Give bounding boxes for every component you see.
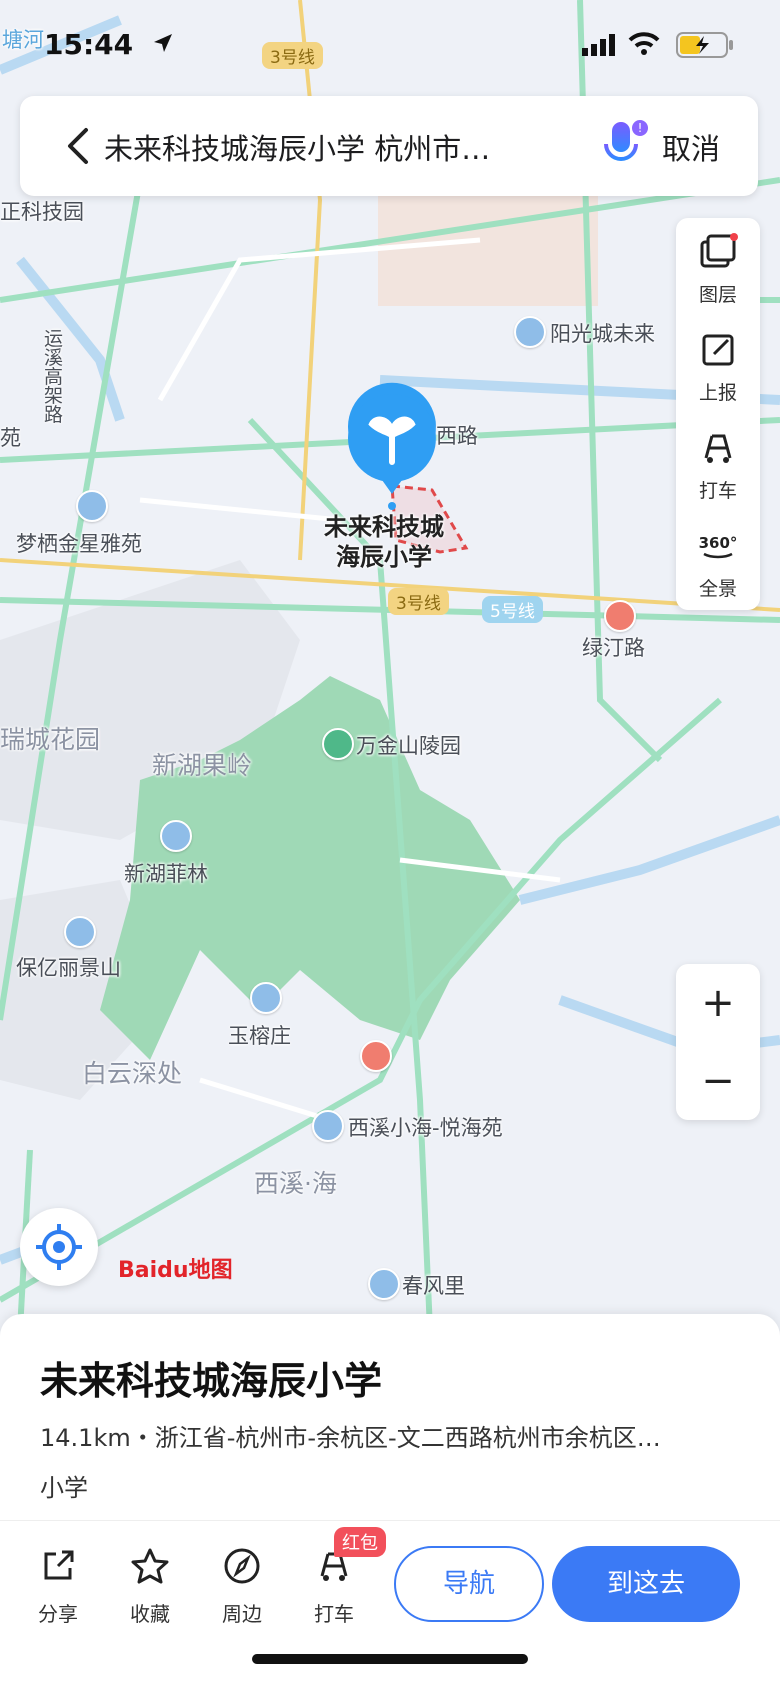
- locate-me-button[interactable]: [20, 1208, 98, 1286]
- report-edit-icon: [702, 334, 734, 366]
- taxi-action-button[interactable]: 打车: [304, 1546, 364, 1627]
- map-label[interactable]: 绿汀路: [582, 632, 645, 662]
- map-label: 西路: [436, 424, 478, 448]
- construction-icon[interactable]: [360, 1040, 392, 1072]
- taxi-button[interactable]: 打车: [676, 414, 760, 512]
- go-here-button[interactable]: 到这去: [552, 1546, 740, 1622]
- map-label: 塘河: [2, 28, 44, 52]
- favorite-label: 收藏: [130, 1602, 170, 1626]
- status-bar: 15:44: [44, 28, 736, 68]
- report-label: 上报: [698, 382, 737, 404]
- layers-label: 图层: [698, 284, 737, 306]
- place-address: 14.1km・浙江省-杭州市-余杭区-文二西路杭州市余杭区…: [40, 1424, 661, 1452]
- svg-text:360°: 360°: [699, 534, 738, 552]
- residential-icon[interactable]: [312, 1110, 344, 1142]
- panorama-360-icon: 360°: [699, 534, 738, 559]
- map-label[interactable]: 阳光城未来: [550, 318, 655, 348]
- nearby-button[interactable]: 周边: [212, 1546, 272, 1627]
- location-arrow-icon: [154, 34, 172, 52]
- cemetery-icon[interactable]: [322, 728, 354, 760]
- navigate-button[interactable]: 导航: [394, 1546, 544, 1622]
- place-detail-sheet[interactable]: 未来科技城海辰小学 14.1km・浙江省-杭州市-余杭区-文二西路杭州市余杭区……: [0, 1314, 780, 1688]
- cellular-signal-icon: [582, 34, 615, 56]
- voice-mic-icon[interactable]: !: [598, 118, 650, 174]
- svg-text:!: !: [638, 121, 643, 135]
- map-label[interactable]: 玉榕庄: [228, 1020, 291, 1050]
- red-packet-badge: 红包: [334, 1527, 386, 1557]
- home-indicator: [252, 1654, 528, 1664]
- zoom-out-button[interactable]: −: [676, 1042, 760, 1120]
- panorama-label: 全景: [698, 578, 737, 600]
- map-label: 白云深处: [82, 1059, 183, 1088]
- residential-icon[interactable]: [64, 916, 96, 948]
- map-label: 新湖果岭: [152, 751, 253, 780]
- zoom-controls: + −: [676, 964, 760, 1120]
- taxi-action-label: 打车: [314, 1602, 354, 1626]
- baidu-logo-text: Baidu地图: [118, 1258, 233, 1283]
- taxi-label: 打车: [698, 480, 737, 502]
- map-label[interactable]: 新湖菲林: [124, 858, 208, 888]
- cancel-button[interactable]: 取消: [662, 126, 720, 168]
- report-button[interactable]: 上报: [676, 316, 760, 414]
- place-category: 小学: [40, 1474, 88, 1502]
- map-label: 苑: [0, 426, 21, 450]
- map-label: 西溪·海: [254, 1169, 337, 1198]
- search-bar[interactable]: 未来科技城海辰小学 杭州市… ! 取消: [20, 96, 758, 196]
- map-label[interactable]: 西溪小海-悦海苑: [348, 1112, 503, 1142]
- selected-poi-label-line1: 未来科技城: [324, 513, 444, 541]
- selected-poi-label-line2: 海辰小学: [336, 543, 432, 571]
- place-name: 未来科技城海辰小学: [40, 1359, 383, 1403]
- map-label[interactable]: 梦栖金星雅苑: [16, 528, 142, 558]
- residential-icon[interactable]: [368, 1268, 400, 1300]
- zoom-in-button[interactable]: +: [676, 964, 760, 1042]
- map-label[interactable]: 保亿丽景山: [16, 952, 121, 982]
- share-icon: [44, 1550, 74, 1580]
- metro-line-5-tag: 5号线: [482, 596, 543, 623]
- search-query[interactable]: 未来科技城海辰小学 杭州市…: [104, 126, 564, 168]
- wifi-icon: [628, 32, 660, 55]
- share-label: 分享: [38, 1602, 78, 1626]
- favorite-button[interactable]: 收藏: [120, 1546, 180, 1627]
- metro-line-3-tag: 3号线: [388, 588, 449, 615]
- star-icon: [131, 1548, 169, 1584]
- map-label[interactable]: 万金山陵园: [356, 730, 461, 760]
- map-label[interactable]: 春风里: [402, 1270, 465, 1300]
- selected-poi-label[interactable]: 未来科技城 海辰小学: [324, 512, 444, 572]
- map-label: 运溪高架路: [44, 328, 64, 426]
- residential-icon[interactable]: [514, 316, 546, 348]
- divider: [0, 1520, 780, 1521]
- layers-icon: [700, 233, 738, 268]
- map-label: 正科技园: [0, 200, 84, 224]
- taxi-icon: [704, 434, 732, 463]
- panorama-button[interactable]: 360° 全景: [676, 512, 760, 610]
- residential-icon[interactable]: [160, 820, 192, 852]
- compass-icon: [224, 1548, 260, 1584]
- share-button[interactable]: 分享: [28, 1546, 88, 1627]
- back-arrow-icon[interactable]: [58, 124, 98, 168]
- location-target-icon: [36, 1224, 82, 1270]
- battery-icon: [676, 32, 733, 58]
- nearby-label: 周边: [222, 1602, 262, 1626]
- baidu-map-logo: Baidu地图: [118, 1252, 233, 1284]
- residential-icon[interactable]: [250, 982, 282, 1014]
- map-tools-panel: 图层 上报 打车 360° 全景: [676, 218, 760, 610]
- residential-icon[interactable]: [76, 490, 108, 522]
- layers-button[interactable]: 图层: [676, 218, 760, 316]
- status-time: 15:44: [44, 28, 134, 61]
- map-label: 瑞城花园: [0, 725, 101, 754]
- metro-station-icon[interactable]: [604, 600, 636, 632]
